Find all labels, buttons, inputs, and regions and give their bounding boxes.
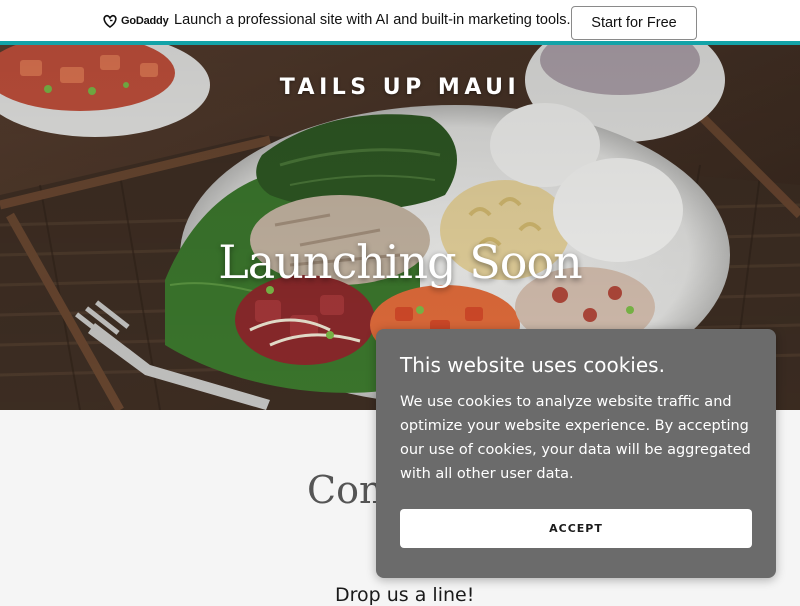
- promo-bar: GoDaddy Launch a professional site with …: [0, 0, 800, 45]
- hero-heading: Launching Soon: [218, 235, 583, 289]
- start-for-free-button[interactable]: Start for Free: [571, 6, 697, 40]
- site-title[interactable]: TAILS UP MAUI: [0, 75, 800, 100]
- cookie-dialog-body: We use cookies to analyze website traffi…: [400, 394, 751, 482]
- cookie-consent-dialog: This website uses cookies. We use cookie…: [376, 329, 776, 578]
- contact-subheading: Drop us a line!: [335, 584, 475, 606]
- promo-message: Launch a professional site with AI and b…: [174, 12, 571, 28]
- accept-cookies-button[interactable]: ACCEPT: [400, 509, 752, 548]
- godaddy-logo[interactable]: GoDaddy: [102, 12, 169, 30]
- godaddy-logo-icon: [103, 14, 117, 28]
- godaddy-logo-text: GoDaddy: [121, 15, 169, 27]
- contact-heading: Con: [307, 468, 384, 512]
- cookie-dialog-title: This website uses cookies.: [400, 353, 665, 377]
